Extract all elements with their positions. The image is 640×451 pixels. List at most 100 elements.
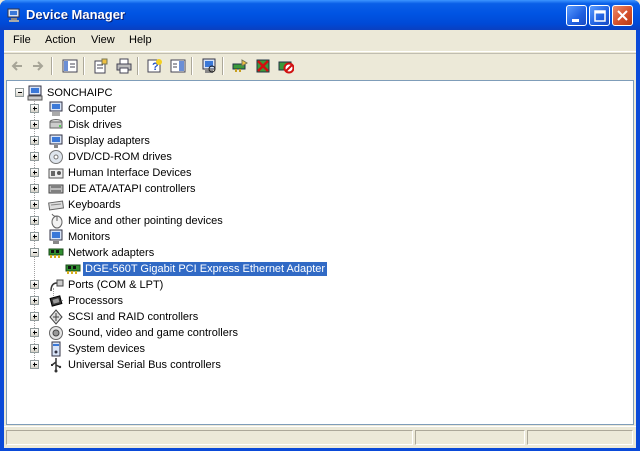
expand-icon[interactable]: [30, 296, 39, 305]
tree-item-label: Monitors: [68, 231, 111, 243]
close-button[interactable]: [612, 5, 633, 26]
menu-help[interactable]: Help: [124, 33, 157, 47]
expand-icon[interactable]: [30, 104, 39, 113]
tree-item-port[interactable]: Ports (COM & LPT): [29, 277, 349, 293]
hid-icon: [48, 165, 64, 181]
tree-item-usb[interactable]: Universal Serial Bus controllers: [29, 357, 349, 373]
tree-item-label: Mice and other pointing devices: [68, 215, 223, 227]
minimize-icon: [572, 19, 579, 22]
client-area: File Action View Help ? SONCHAIPC Comput…: [4, 30, 636, 448]
tree-item-mouse[interactable]: Mice and other pointing devices: [29, 213, 349, 229]
expand-icon[interactable]: [30, 216, 39, 225]
collapse-icon[interactable]: [15, 88, 24, 97]
computer-icon: [48, 101, 64, 117]
device-tree[interactable]: SONCHAIPC Computer Disk drives Display ada…: [6, 80, 634, 425]
toolbar-separator: [137, 57, 139, 75]
close-icon: [617, 10, 628, 21]
tree-item-monitor[interactable]: Monitors: [29, 229, 349, 245]
tree-item-label: Display adapters: [68, 135, 150, 147]
toolbar-separator: [83, 57, 85, 75]
tree-item-label: Disk drives: [68, 119, 122, 131]
tree-item-system-device[interactable]: System devices: [29, 341, 349, 357]
update-driver-button[interactable]: [230, 57, 250, 75]
tree-item-dvd-drive[interactable]: DVD/CD-ROM drives: [29, 149, 349, 165]
tree-item-label: Ports (COM & LPT): [68, 279, 164, 291]
tree-item-network-adapter[interactable]: Network adapters: [29, 245, 349, 261]
status-bar: [4, 426, 636, 448]
menu-action[interactable]: Action: [40, 33, 81, 47]
tree-item-label: Processors: [68, 295, 124, 307]
collapse-icon[interactable]: [30, 248, 39, 257]
print-button[interactable]: [114, 57, 134, 75]
expand-icon[interactable]: [30, 328, 39, 337]
expand-icon[interactable]: [30, 184, 39, 193]
expand-icon[interactable]: [30, 344, 39, 353]
system-device-icon: [48, 341, 64, 357]
tree-item-keyboard[interactable]: Keyboards: [29, 197, 349, 213]
expand-icon[interactable]: [30, 312, 39, 321]
show-hide-pane-button[interactable]: [168, 57, 188, 75]
tree-item-processor[interactable]: Processors: [29, 293, 349, 309]
back-button[interactable]: [7, 57, 27, 75]
toolbar: ?: [4, 53, 636, 79]
toolbar-separator: [222, 57, 224, 75]
tree-item-computer[interactable]: Computer: [29, 101, 349, 117]
minimize-button[interactable]: [566, 5, 587, 26]
forward-button[interactable]: [28, 57, 48, 75]
toolbar-separator: [51, 57, 53, 75]
scan-hardware-button[interactable]: [199, 57, 219, 75]
ide-controller-icon: [48, 181, 64, 197]
usb-icon: [48, 357, 64, 373]
properties-button[interactable]: [91, 57, 111, 75]
disable-icon: [278, 61, 294, 74]
tree-item-ide-controller[interactable]: IDE ATA/ATAPI controllers: [29, 181, 349, 197]
expand-icon[interactable]: [30, 200, 39, 209]
uninstall-icon: [256, 59, 270, 73]
tree-item-label: IDE ATA/ATAPI controllers: [68, 183, 196, 195]
tree-item-sound[interactable]: Sound, video and game controllers: [29, 325, 349, 341]
mouse-icon: [48, 213, 64, 229]
disable-button[interactable]: [276, 57, 296, 75]
tree-item-hid[interactable]: Human Interface Devices: [29, 165, 349, 181]
tree-item-display-adapter[interactable]: Display adapters: [29, 133, 349, 149]
show-hide-tree-icon: [62, 59, 78, 73]
keyboard-icon: [48, 197, 65, 213]
menu-file[interactable]: File: [8, 33, 36, 47]
back-icon: [11, 61, 22, 71]
tree-item-ethernet-adapter[interactable]: DGE-560T Gigabit PCI Express Ethernet Ad…: [65, 261, 385, 277]
expand-icon[interactable]: [30, 360, 39, 369]
expand-icon[interactable]: [30, 280, 39, 289]
expand-icon[interactable]: [30, 232, 39, 241]
port-icon: [48, 277, 64, 293]
device-manager-window: Device Manager File Action View Help ? S…: [0, 0, 640, 451]
menu-view[interactable]: View: [86, 33, 120, 47]
selected-device-label: DGE-560T Gigabit PCI Express Ethernet Ad…: [81, 261, 329, 277]
sound-icon: [48, 325, 64, 341]
tree-item-label: Human Interface Devices: [68, 167, 192, 179]
disk-drive-icon: [48, 117, 64, 133]
expand-icon[interactable]: [30, 136, 39, 145]
device-manager-app-icon[interactable]: [6, 7, 22, 23]
expand-icon[interactable]: [30, 152, 39, 161]
forward-icon: [33, 61, 44, 71]
show-hide-pane-icon: [170, 59, 186, 73]
menu-bar: File Action View Help: [4, 30, 636, 52]
expand-icon[interactable]: [30, 120, 39, 129]
show-hide-tree-button[interactable]: [60, 57, 80, 75]
tree-item-label: SCSI and RAID controllers: [68, 311, 199, 323]
dvd-drive-icon: [48, 149, 64, 165]
tree-root[interactable]: SONCHAIPC: [13, 85, 313, 101]
expand-icon[interactable]: [30, 168, 39, 177]
maximize-button[interactable]: [589, 5, 610, 26]
tree-item-label: Sound, video and game controllers: [68, 327, 238, 339]
uninstall-button[interactable]: [253, 57, 273, 75]
title-bar[interactable]: Device Manager: [0, 0, 640, 30]
tree-item-scsi[interactable]: SCSI and RAID controllers: [29, 309, 349, 325]
processor-icon: [48, 293, 64, 309]
tree-root-label: SONCHAIPC: [47, 87, 113, 99]
update-driver-icon: [232, 59, 248, 72]
monitor-icon: [48, 229, 64, 245]
tree-item-label: Keyboards: [68, 199, 121, 211]
tree-item-disk-drive[interactable]: Disk drives: [29, 117, 349, 133]
help-button[interactable]: ?: [145, 57, 165, 75]
